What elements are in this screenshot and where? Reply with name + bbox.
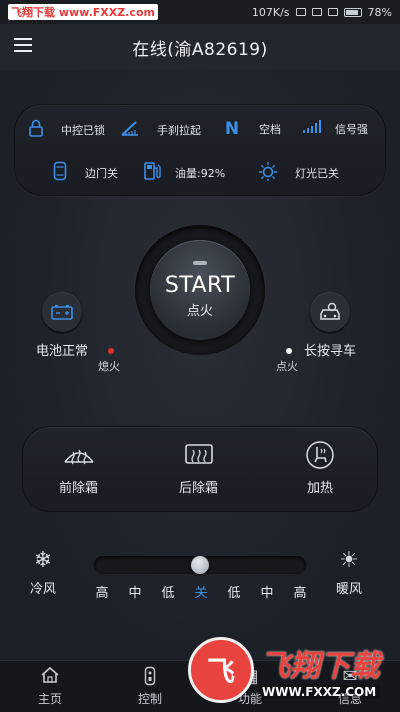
climate-control: ❄ 冷风 高 中 低 关 低 中 高 ☀ 暖风 bbox=[0, 546, 400, 606]
start-indicator bbox=[193, 261, 207, 265]
signal-icon bbox=[301, 119, 323, 138]
status-fuel: 油量:92% bbox=[141, 161, 225, 185]
engine-off-dot bbox=[108, 348, 114, 354]
climate-slider[interactable] bbox=[94, 556, 306, 574]
status-bar-right: 107K/s 78% bbox=[252, 6, 392, 19]
status-gear: N 空档 bbox=[221, 119, 281, 139]
sun-icon: ☀ bbox=[339, 548, 359, 573]
main-panel: 中控已锁 手刹拉起 N 空档 信号强 边门关 油量:92% 灯光已关 START… bbox=[0, 70, 400, 660]
level-mid-warm[interactable]: 中 bbox=[257, 582, 277, 601]
seat-heat-icon bbox=[303, 441, 337, 469]
handbrake-icon bbox=[119, 119, 141, 141]
watermark-overlay: 飞 飞翔下载 WWW.FXXZ.COM bbox=[188, 634, 394, 706]
battery-control[interactable]: 电池正常 bbox=[36, 292, 88, 359]
status-gear-label: 空档 bbox=[259, 123, 281, 136]
front-defrost-label: 前除霜 bbox=[59, 481, 99, 496]
lock-icon bbox=[25, 119, 47, 141]
status-signal: 信号强 bbox=[301, 119, 368, 138]
level-high-cold[interactable]: 高 bbox=[92, 582, 112, 601]
find-car-control[interactable]: 长按寻车 bbox=[304, 292, 356, 359]
level-low-cold[interactable]: 低 bbox=[158, 582, 178, 601]
seat-heat-button[interactable]: 加热 bbox=[303, 441, 337, 496]
rear-defrost-label: 后除霜 bbox=[179, 481, 219, 496]
wifi-icon bbox=[311, 8, 322, 16]
cold-air[interactable]: ❄ 冷风 bbox=[30, 548, 57, 598]
tab-home[interactable]: 主页 bbox=[0, 661, 100, 712]
level-off[interactable]: 关 bbox=[191, 582, 211, 601]
watermark-url: WWW.FXXZ.COM bbox=[260, 685, 380, 699]
find-car-label: 长按寻车 bbox=[304, 344, 357, 359]
status-fuel-label: 油量:92% bbox=[175, 167, 226, 180]
status-bar: 飞翔下载 www.FXXZ.com 107K/s 78% bbox=[0, 0, 400, 24]
home-icon bbox=[40, 666, 60, 688]
tab-control-label: 控制 bbox=[137, 692, 162, 706]
gear-n-icon: N bbox=[224, 119, 240, 139]
front-defrost-button[interactable]: 前除霜 bbox=[59, 441, 98, 496]
front-defrost-icon bbox=[62, 441, 96, 469]
tab-control[interactable]: 控制 bbox=[100, 661, 200, 712]
climate-slider-knob[interactable] bbox=[191, 556, 209, 574]
engine-off-label: 熄火 bbox=[98, 360, 120, 373]
status-light: 灯光已关 bbox=[257, 161, 339, 185]
defrost-panel: 前除霜 后除霜 加热 bbox=[22, 426, 378, 512]
watermark-text-block: 飞翔下载 WWW.FXXZ.COM bbox=[260, 641, 380, 699]
watermark-brand: 飞翔下载 bbox=[260, 649, 380, 684]
battery-label: 电池正常 bbox=[36, 344, 89, 359]
light-icon bbox=[257, 161, 279, 185]
watermark-text: 飞翔下载 www.FXXZ.com bbox=[8, 4, 158, 20]
status-light-label: 灯光已关 bbox=[295, 167, 339, 180]
rear-defrost-icon bbox=[182, 441, 216, 469]
level-low-warm[interactable]: 低 bbox=[224, 582, 244, 601]
status-handbrake: 手刹拉起 bbox=[119, 119, 201, 141]
level-high-warm[interactable]: 高 bbox=[290, 582, 310, 601]
status-door-label: 边门关 bbox=[85, 167, 118, 180]
ignition-on-label: 点火 bbox=[276, 360, 298, 373]
status-lock-label: 中控已锁 bbox=[61, 124, 105, 137]
snowflake-icon: ❄ bbox=[33, 548, 53, 573]
status-signal-label: 信号强 bbox=[335, 122, 368, 136]
battery-icon bbox=[343, 7, 362, 17]
menu-icon[interactable] bbox=[14, 38, 32, 52]
battery-status-icon bbox=[42, 292, 82, 332]
rear-defrost-button[interactable]: 后除霜 bbox=[179, 441, 218, 496]
status-door: 边门关 bbox=[49, 161, 118, 185]
alarm-icon bbox=[295, 8, 306, 16]
level-mid-cold[interactable]: 中 bbox=[125, 582, 145, 601]
app-header: 在线(渝A82619) bbox=[0, 24, 400, 70]
cell-signal-icon bbox=[327, 8, 338, 16]
start-button[interactable]: START 点火 bbox=[150, 240, 250, 340]
status-lock: 中控已锁 bbox=[25, 119, 105, 141]
remote-icon bbox=[144, 666, 156, 688]
find-car-icon bbox=[310, 292, 350, 332]
net-speed: 107K/s bbox=[251, 5, 290, 19]
cold-air-label: 冷风 bbox=[30, 582, 57, 597]
vehicle-status-panel: 中控已锁 手刹拉起 N 空档 信号强 边门关 油量:92% 灯光已关 bbox=[14, 104, 386, 196]
fuel-icon bbox=[141, 161, 163, 185]
ignition-label: 点火 bbox=[186, 304, 213, 319]
warm-air[interactable]: ☀ 暖风 bbox=[336, 548, 363, 598]
page-title: 在线(渝A82619) bbox=[132, 39, 268, 60]
start-label: START bbox=[164, 273, 236, 298]
watermark-logo: 飞 bbox=[188, 637, 254, 703]
status-handbrake-label: 手刹拉起 bbox=[157, 124, 201, 137]
warm-air-label: 暖风 bbox=[336, 582, 363, 597]
seat-heat-label: 加热 bbox=[306, 481, 333, 496]
battery-percent: 78% bbox=[367, 5, 392, 19]
climate-levels: 高 中 低 关 低 中 高 bbox=[92, 582, 310, 601]
door-icon bbox=[49, 161, 71, 185]
tab-home-label: 主页 bbox=[37, 692, 62, 706]
ignition-on-dot bbox=[286, 348, 292, 354]
